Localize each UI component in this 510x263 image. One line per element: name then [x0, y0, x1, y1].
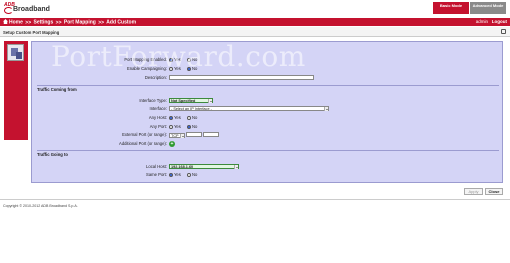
crumb-separator: >> [98, 19, 105, 26]
chevron-down-icon [208, 99, 212, 103]
row-local-host: Local Host: 192.168.1.60 [32, 164, 502, 170]
crumb-separator: >> [55, 19, 62, 26]
apply-button[interactable]: Apply [464, 188, 483, 195]
chevron-down-icon [180, 134, 184, 138]
any-host-yes-radio[interactable] [169, 115, 173, 120]
interface-type-select[interactable]: Not Specified [169, 98, 213, 103]
external-port-label: External Port (or range): [122, 132, 167, 137]
any-port-no-radio[interactable] [187, 124, 192, 129]
section-divider [37, 150, 499, 151]
traffic-going-to-heading: Traffic Going to [37, 152, 68, 157]
row-interface: Interface: - Select an IP Interface - [32, 106, 502, 112]
any-port-label: Any Port: [149, 124, 167, 129]
interface-select[interactable]: - Select an IP Interface - [169, 106, 329, 111]
row-additional-port: Additional Port (or range): + [32, 141, 502, 147]
any-host-no-radio[interactable] [187, 115, 192, 120]
crumb-home[interactable]: Home [9, 20, 23, 26]
external-port-start-input[interactable] [186, 132, 203, 137]
crumb-port-mapping[interactable]: Port Mapping [64, 20, 96, 26]
same-port-yes-radio[interactable] [169, 172, 173, 177]
footer-divider [0, 199, 510, 200]
same-port-label: Same Port: [146, 172, 167, 177]
page-title: Setup Custom Port Mapping [3, 30, 60, 35]
left-panel [4, 41, 28, 140]
basic-mode-button[interactable]: Basic Mode [433, 2, 469, 14]
add-port-plus-icon[interactable]: + [169, 141, 175, 147]
any-host-label: Any Host: [148, 115, 167, 120]
crumb-separator: >> [25, 19, 32, 26]
description-input[interactable] [169, 75, 314, 80]
traffic-coming-from-heading: Traffic Coming from [37, 87, 77, 92]
logo-broadband-text: Broadband [13, 6, 50, 13]
breadcrumb: Home >> Settings >> Port Mapping >> Add … [3, 19, 136, 26]
section-divider [37, 85, 499, 86]
local-host-label: Local Host: [146, 164, 167, 169]
same-port-no-radio[interactable] [187, 172, 192, 177]
watermark: PortForward.com [51, 40, 306, 73]
logout-link[interactable]: Logout [492, 19, 507, 24]
row-external-port: External Port (or range): TCP [32, 132, 502, 138]
description-label: Description: [144, 75, 167, 80]
page-header: Setup Custom Port Mapping [0, 27, 510, 37]
chevron-down-icon [234, 165, 238, 169]
interface-label: Interface: [149, 106, 167, 111]
local-host-select[interactable]: 192.168.1.60 [169, 164, 239, 169]
close-button[interactable]: Close [485, 188, 503, 195]
network-computers-icon [7, 44, 24, 61]
crumb-settings[interactable]: Settings [34, 20, 54, 26]
interface-type-label: Interface Type: [139, 98, 167, 103]
logo-swoosh-icon [4, 7, 13, 14]
additional-port-label: Additional Port (or range): [119, 141, 167, 146]
help-icon[interactable] [501, 29, 506, 34]
any-port-yes-radio[interactable] [169, 124, 173, 129]
adb-broadband-logo: ADB Broadband [4, 2, 52, 15]
chevron-down-icon [324, 107, 328, 111]
row-same-port: Same Port: Yes No [32, 172, 502, 178]
protocol-select[interactable]: TCP [169, 133, 185, 138]
username-label: admin [475, 19, 488, 24]
breadcrumb-bar: Home >> Settings >> Port Mapping >> Add … [0, 18, 510, 26]
row-description: Description: [32, 75, 502, 81]
row-interface-type: Interface Type: Not Specified [32, 98, 502, 104]
top-bar: ADB Broadband Basic Mode Advanced Mode [0, 0, 510, 17]
row-any-host: Any Host: Yes No [32, 115, 502, 121]
copyright-footer: Copyright © 2010-2012 ADB Broadband S.p.… [3, 204, 78, 208]
external-port-end-input[interactable] [203, 132, 220, 137]
advanced-mode-button[interactable]: Advanced Mode [470, 2, 506, 14]
row-any-port: Any Port: Yes No [32, 124, 502, 130]
home-icon[interactable] [3, 19, 8, 24]
crumb-add-custom: Add Custom [106, 19, 137, 26]
